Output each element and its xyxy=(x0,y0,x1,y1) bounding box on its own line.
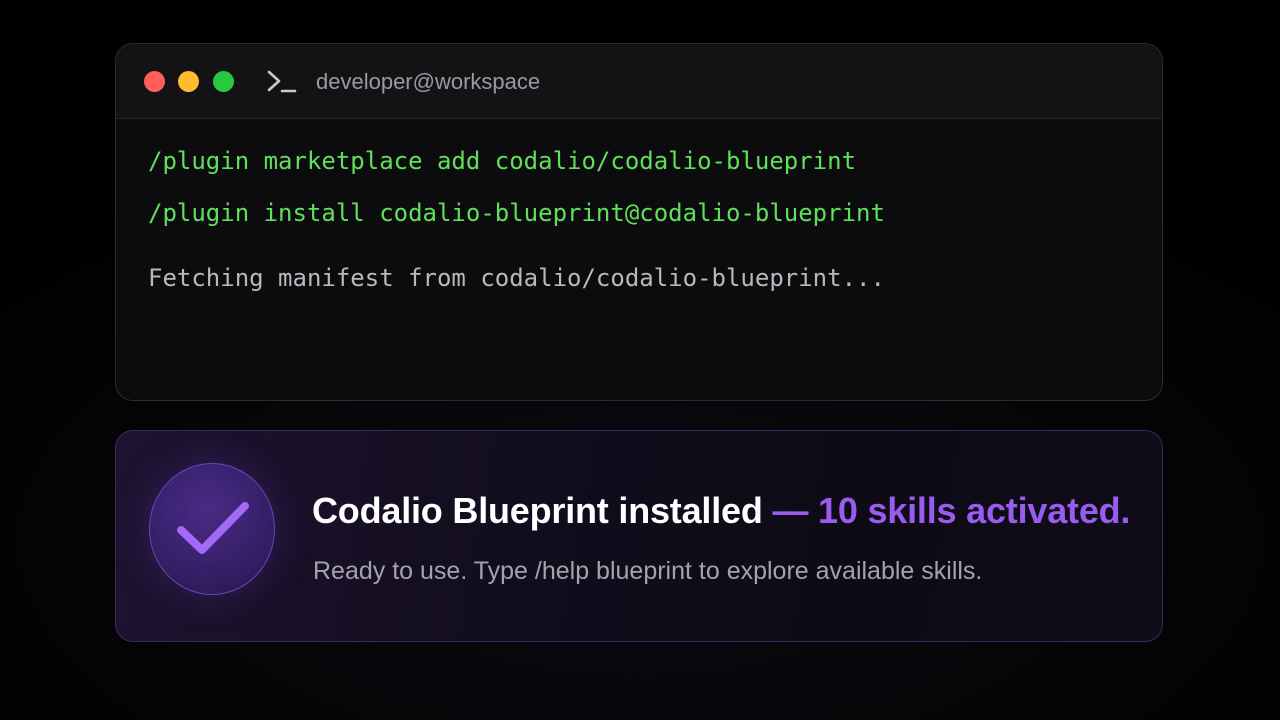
terminal-title: developer@workspace xyxy=(316,69,541,94)
close-window-button[interactable] xyxy=(144,71,165,92)
headline-accent: — 10 skills activated. xyxy=(772,490,1131,531)
success-headline: Codalio Blueprint installed — 10 skills … xyxy=(312,489,1130,533)
terminal-titlebar: developer@workspace xyxy=(116,44,1162,119)
terminal-command-line: /plugin install codalio-blueprint@codali… xyxy=(148,199,885,227)
success-subtext: Ready to use. Type /help blueprint to ex… xyxy=(313,557,983,585)
install-success-card: Codalio Blueprint installed — 10 skills … xyxy=(115,430,1163,642)
checkmark-icon xyxy=(177,502,249,554)
terminal-prompt-icon xyxy=(266,69,298,95)
terminal-output-line: Fetching manifest from codalio/codalio-b… xyxy=(148,264,885,292)
minimize-window-button[interactable] xyxy=(178,71,199,92)
maximize-window-button[interactable] xyxy=(213,71,234,92)
headline-main: Codalio Blueprint installed xyxy=(312,490,773,531)
terminal-window: developer@workspace /plugin marketplace … xyxy=(115,43,1163,401)
success-badge xyxy=(149,463,275,595)
terminal-command-line: /plugin marketplace add codalio/codalio-… xyxy=(148,147,857,175)
